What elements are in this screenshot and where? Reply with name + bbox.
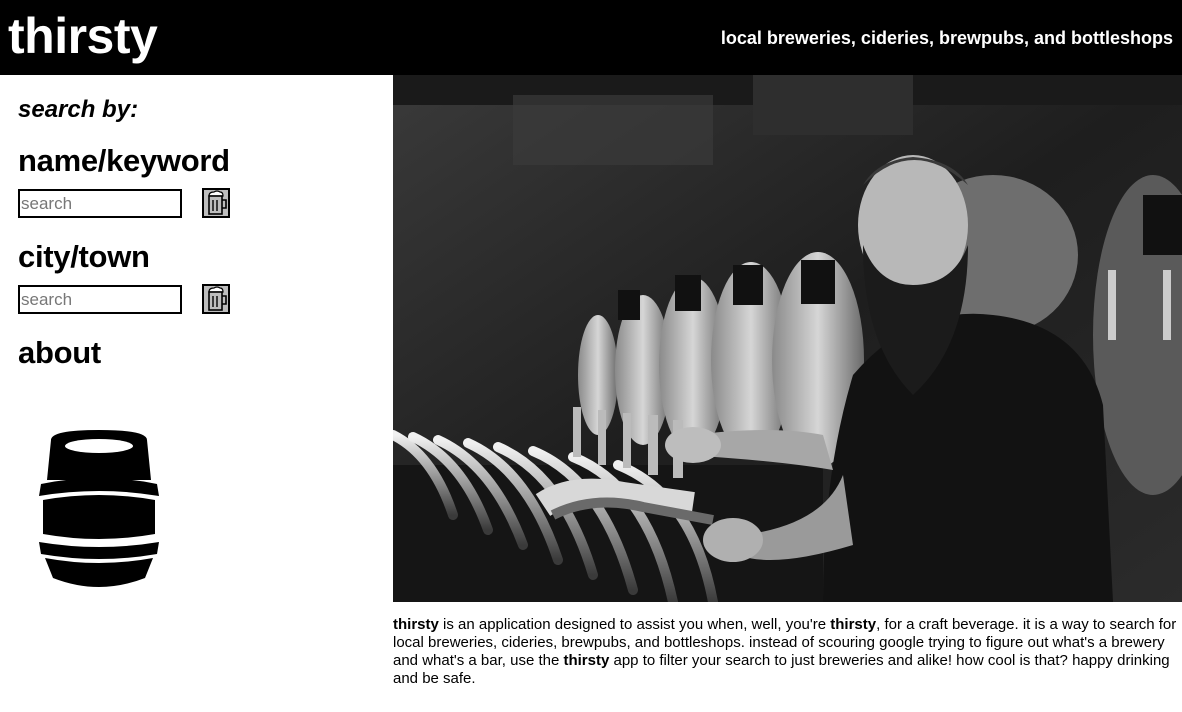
about-link[interactable]: about <box>18 336 101 370</box>
search-by-label: search by: <box>18 96 139 123</box>
search-sidebar: search by: name/keyword city/town about <box>0 75 393 712</box>
name-keyword-search-input[interactable] <box>18 189 182 218</box>
city-town-search-input[interactable] <box>18 285 182 314</box>
beer-mug-icon <box>208 286 227 311</box>
site-header: thirsty local breweries, cideries, brewp… <box>0 0 1182 75</box>
brand-mention: thirsty <box>830 616 877 633</box>
about-text-segment: is an application designed to assist you… <box>438 616 831 633</box>
hero-photo-bartender <box>393 75 1182 602</box>
brand-title[interactable]: thirsty <box>8 6 158 66</box>
name-keyword-search-button[interactable] <box>202 188 230 218</box>
city-town-search-button[interactable] <box>202 284 230 314</box>
brand-mention: thirsty <box>393 616 439 633</box>
city-town-heading: city/town <box>18 239 150 274</box>
name-keyword-heading: name/keyword <box>18 143 230 178</box>
keg-icon <box>39 430 159 587</box>
about-description: thirsty is an application designed to as… <box>393 616 1182 688</box>
beer-mug-icon <box>208 190 227 215</box>
brand-mention: thirsty <box>563 652 610 669</box>
site-tagline: local breweries, cideries, brewpubs, and… <box>720 28 1173 48</box>
